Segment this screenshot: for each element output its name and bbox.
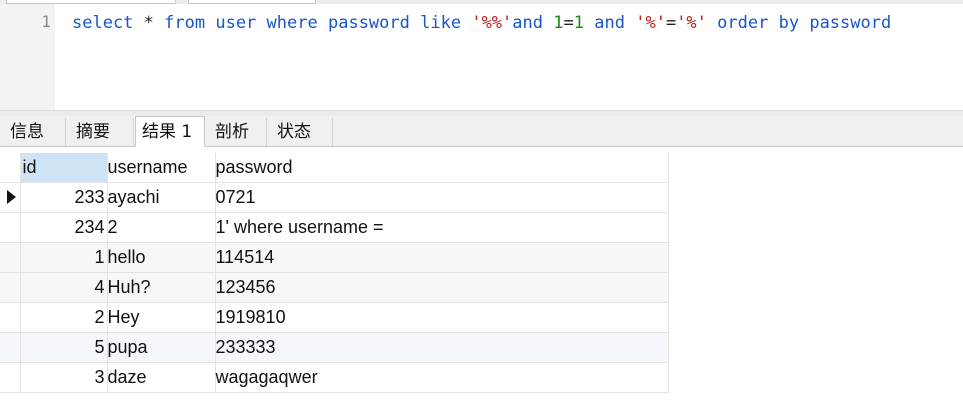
query-window: 1 select * from user where password like… <box>0 0 963 409</box>
cell-username[interactable]: hello <box>107 242 216 273</box>
row-indicator <box>0 332 21 363</box>
line-number: 1 <box>41 12 51 31</box>
current-row-indicator <box>0 182 21 213</box>
row-indicator <box>0 362 21 393</box>
cell-id[interactable]: 5 <box>20 332 108 363</box>
cell-username[interactable]: Huh? <box>107 272 216 303</box>
table-row[interactable]: 1 hello 114514 <box>0 242 669 273</box>
tab-info[interactable]: 信息 <box>0 118 66 146</box>
sql-editor[interactable]: 1 select * from user where password like… <box>0 4 963 110</box>
sql-space <box>625 13 635 33</box>
sql-operator: = <box>665 13 677 33</box>
tab-status[interactable]: 状态 <box>267 118 333 146</box>
cell-password[interactable]: 233333 <box>215 332 669 363</box>
sql-keyword: order <box>717 13 769 33</box>
cell-password[interactable]: 114514 <box>215 242 669 273</box>
sql-string: '%%' <box>471 13 513 33</box>
column-header-id[interactable]: id <box>20 153 108 183</box>
tab-summary[interactable]: 摘要 <box>66 118 134 146</box>
sql-keyword: by <box>778 13 800 33</box>
cell-id[interactable]: 3 <box>20 362 108 393</box>
sql-space <box>543 13 553 33</box>
row-pointer-icon <box>7 190 16 204</box>
table-row[interactable]: 3 daze wagagaqwer <box>0 362 669 393</box>
sql-number: 1 <box>573 13 584 33</box>
sql-space <box>799 13 809 33</box>
tab-result-1[interactable]: 结果 1 <box>135 116 205 147</box>
table-row[interactable]: 5 pupa 233333 <box>0 332 669 363</box>
tab-profile[interactable]: 剖析 <box>205 118 267 146</box>
row-indicator <box>0 302 21 333</box>
cell-password[interactable]: 0721 <box>215 182 669 213</box>
row-indicator <box>0 242 21 273</box>
row-indicator-header <box>0 153 21 183</box>
cell-id[interactable]: 2 <box>20 302 108 333</box>
result-grid-area: id username password 233 ayachi 0721 234… <box>0 147 963 409</box>
sql-identifier: password <box>809 13 892 33</box>
sql-space <box>410 13 420 33</box>
sql-keyword: and <box>512 13 543 33</box>
cell-username[interactable]: Hey <box>107 302 216 333</box>
sql-space <box>256 13 266 33</box>
sql-keyword: from <box>164 13 206 33</box>
sql-space <box>584 13 594 33</box>
cell-username[interactable]: ayachi <box>107 182 216 213</box>
sql-space <box>205 13 215 33</box>
table-row[interactable]: 4 Huh? 123456 <box>0 272 669 303</box>
sql-keyword: and <box>594 13 625 33</box>
cell-id[interactable]: 4 <box>20 272 108 303</box>
sql-identifier: password <box>327 13 410 33</box>
sql-string: '%' <box>635 13 666 33</box>
sql-operator: = <box>563 13 574 33</box>
row-indicator <box>0 272 21 303</box>
line-number-gutter: 1 <box>0 4 55 110</box>
cell-username[interactable]: pupa <box>107 332 216 363</box>
cell-id[interactable]: 233 <box>20 182 108 213</box>
sql-string: '%' <box>676 13 707 33</box>
sql-keyword: select <box>72 13 134 33</box>
table-row[interactable]: 2 Hey 1919810 <box>0 302 669 333</box>
cell-password[interactable]: wagagaqwer <box>215 362 669 393</box>
result-tabs: 信息 摘要 结果 1 剖析 状态 <box>0 116 963 147</box>
cell-password[interactable]: 1' where username = <box>215 212 669 243</box>
result-grid: id username password 233 ayachi 0721 234… <box>0 153 669 393</box>
sql-keyword: like <box>420 13 462 33</box>
row-indicator <box>0 212 21 243</box>
sql-space <box>768 13 778 33</box>
sql-text: * <box>133 13 165 33</box>
table-row[interactable]: 234 2 1' where username = <box>0 212 669 243</box>
cell-password[interactable]: 1919810 <box>215 302 669 333</box>
cell-id[interactable]: 1 <box>20 242 108 273</box>
sql-keyword: where <box>266 13 318 33</box>
table-row[interactable]: 233 ayachi 0721 <box>0 182 669 213</box>
cell-password[interactable]: 123456 <box>215 272 669 303</box>
sql-identifier: user <box>215 13 257 33</box>
cell-username[interactable]: daze <box>107 362 216 393</box>
cell-username[interactable]: 2 <box>107 212 216 243</box>
sql-space <box>461 13 471 33</box>
cell-id[interactable]: 234 <box>20 212 108 243</box>
sql-space <box>707 13 717 33</box>
sql-number: 1 <box>553 13 564 33</box>
column-header-username[interactable]: username <box>107 153 216 183</box>
sql-code-line[interactable]: select * from user where password like '… <box>72 12 891 34</box>
sql-space <box>318 13 328 33</box>
column-header-password[interactable]: password <box>215 153 669 183</box>
grid-header-row: id username password <box>0 153 669 183</box>
